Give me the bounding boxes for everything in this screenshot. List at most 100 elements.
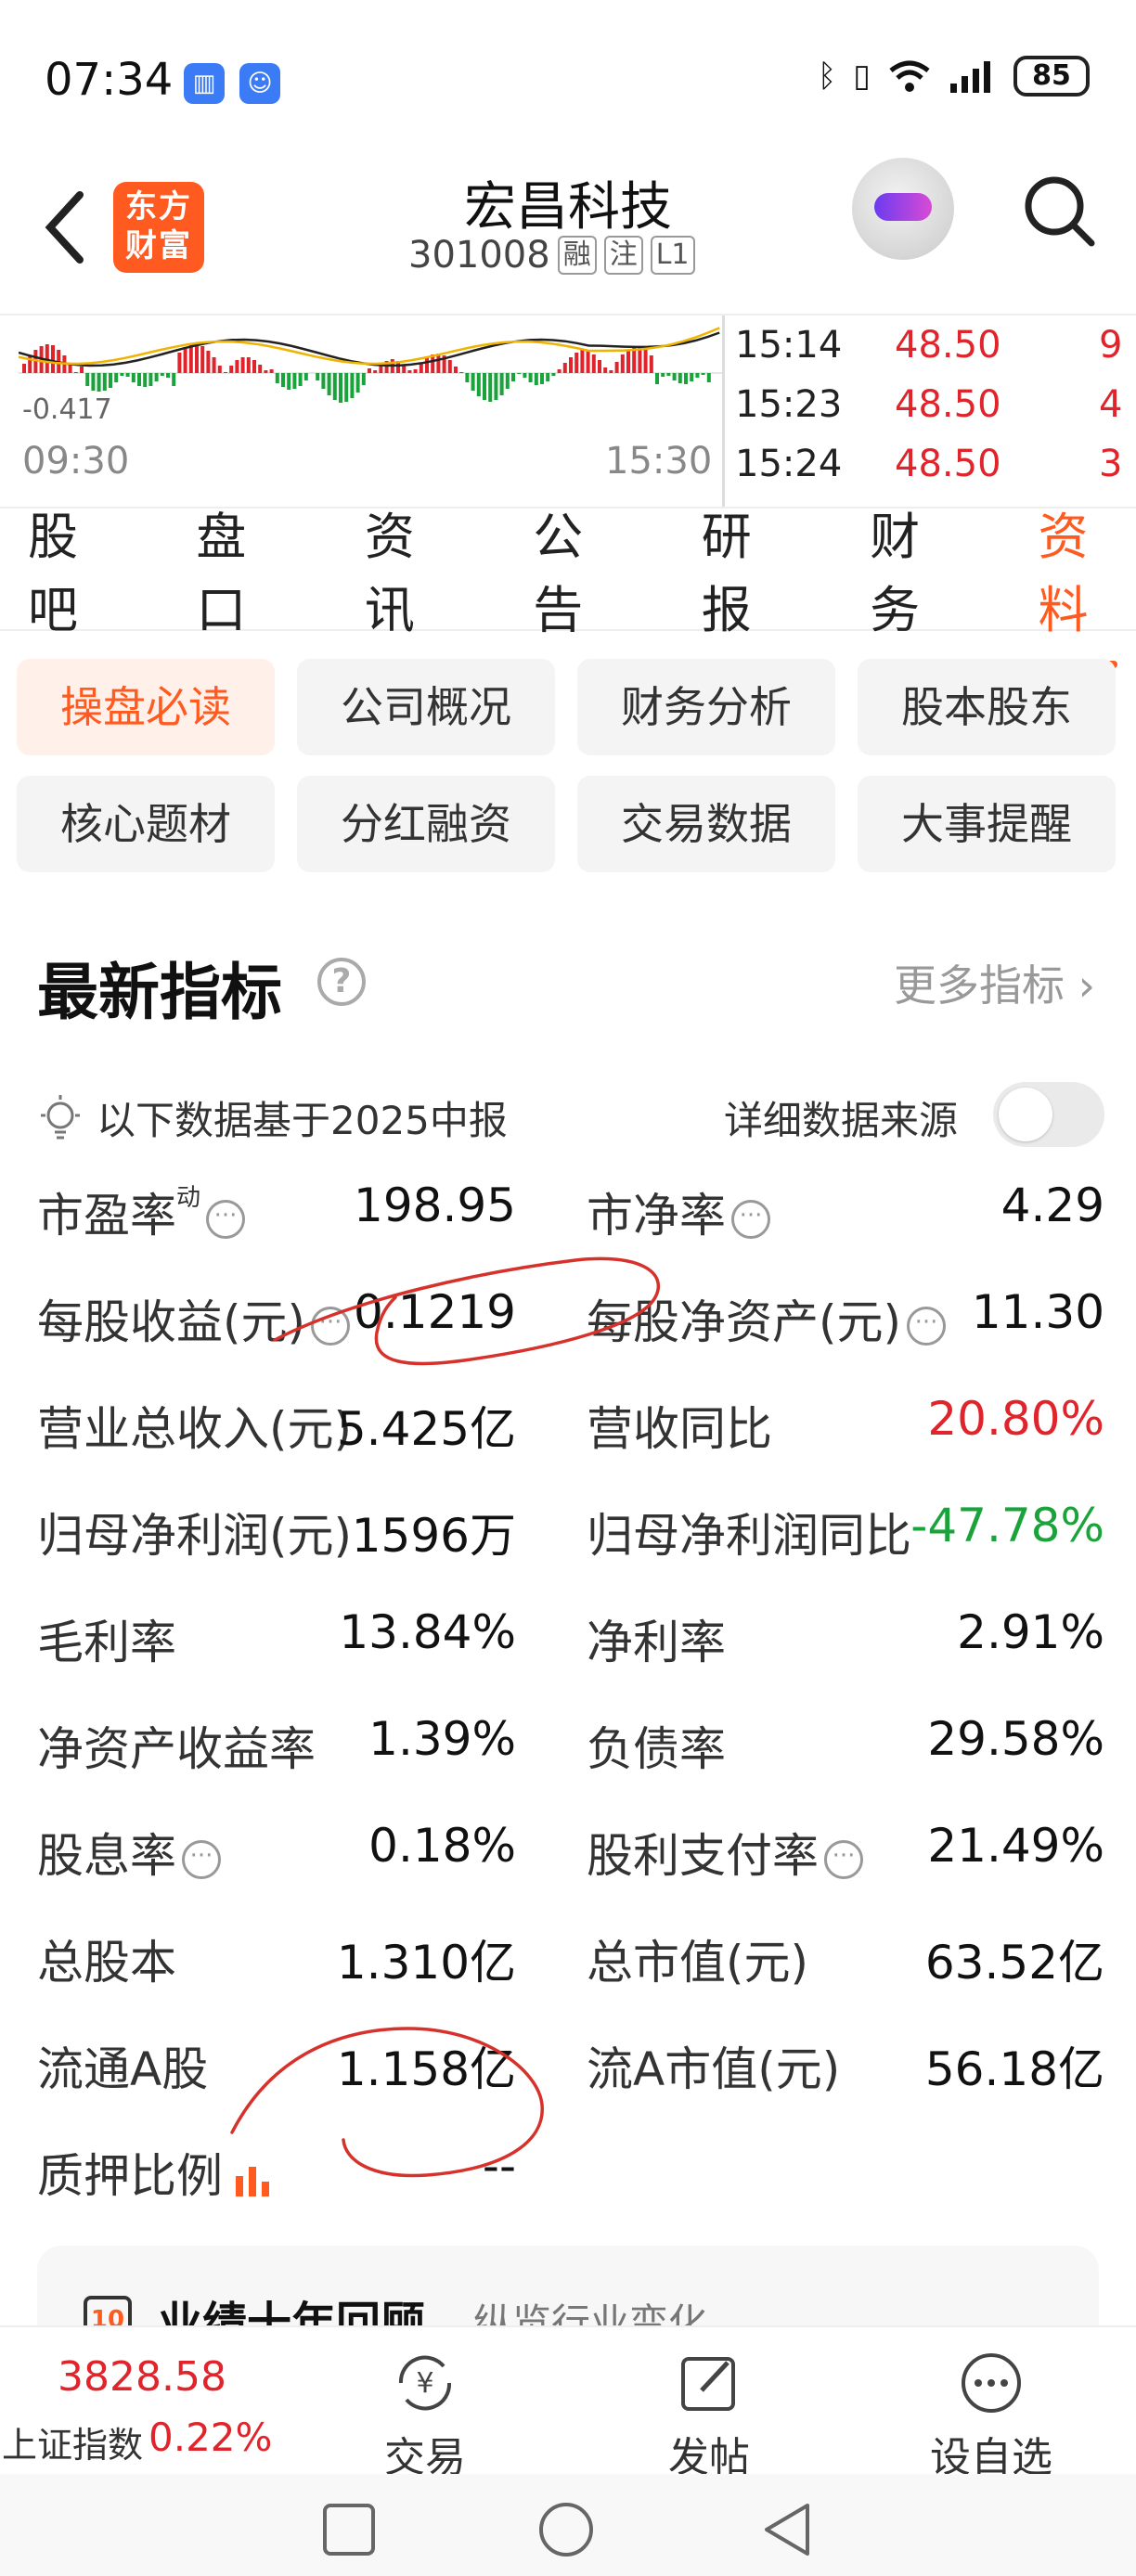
chart-end-time: 15:30 (605, 440, 713, 483)
metric-value: 1.310亿 (336, 1936, 516, 1990)
tick-time: 15:14 (735, 324, 843, 367)
status-icons: ᛒ ▯ 85 (818, 56, 1090, 97)
tab-announcements[interactable]: 公告 (533, 496, 630, 642)
stock-code: 301008 (408, 234, 550, 277)
metric-label: 毛利率 (37, 1616, 176, 1669)
metric-value: 56.18亿 (924, 2042, 1104, 2096)
tick-row: 15:24 48.50 3 (735, 434, 1136, 494)
metric-value: 0.1219 (354, 1285, 516, 1339)
tab-profile[interactable]: 资料 (1039, 496, 1136, 668)
tick-price: 48.50 (895, 443, 1001, 485)
status-time: 07:34 (45, 54, 174, 106)
search-icon[interactable] (1017, 169, 1101, 252)
add-watchlist-button[interactable]: 设自选 (917, 2348, 1065, 2483)
help-icon[interactable]: ? (317, 958, 366, 1006)
metric-value: 11.30 (971, 1285, 1104, 1339)
section-button-financial-analysis[interactable]: 财务分析 (577, 659, 835, 755)
registration-tag: 注 (603, 236, 643, 275)
tick-row: 15:14 48.50 9 (735, 316, 1136, 375)
tick-price: 48.50 (895, 383, 1001, 426)
more-indicators-link[interactable]: 更多指标 › (894, 952, 1095, 1013)
bluetooth-icon: ᛒ (817, 58, 837, 95)
battery-indicator: 85 (1013, 56, 1090, 97)
metric-value: -- (482, 2139, 516, 2193)
index-change: 0.22% (148, 2415, 273, 2460)
section-button-shareholders[interactable]: 股本股东 (858, 659, 1116, 755)
status-bar: 07:34 ▥ ☺ ᛒ ▯ 85 (0, 0, 1136, 158)
signal-icon (950, 61, 990, 93)
metric-label: 营收同比 (587, 1402, 772, 1456)
back-nav-icon[interactable] (759, 2502, 815, 2557)
level-tag: L1 (650, 236, 695, 275)
chart-start-time: 09:30 (22, 440, 130, 483)
metric-label: 股息率 ··· (37, 1819, 221, 1886)
tab-pankou[interactable]: 盘口 (196, 496, 293, 642)
more-info-icon[interactable]: ··· (206, 1199, 246, 1239)
data-basis-text: 以下数据基于2025中报 (97, 1098, 508, 1143)
index-value[interactable]: 3828.58 (58, 2353, 226, 2401)
metric-label: 营业总收入(元) (37, 1402, 353, 1456)
more-info-icon[interactable]: ··· (907, 1306, 947, 1346)
metric-row: 股息率 ··· 0.18% 股利支付率 ··· 21.49% (37, 1804, 1104, 1911)
section-button-core-themes[interactable]: 核心题材 (17, 776, 275, 872)
edit-icon (681, 2357, 735, 2411)
section-button-events[interactable]: 大事提醒 (858, 776, 1116, 872)
metric-label: 总市值(元) (587, 1936, 809, 1990)
section-button-must-read[interactable]: 操盘必读 (17, 659, 275, 755)
metric-sup: 动 (176, 1184, 201, 1212)
bar-chart-icon[interactable] (232, 2161, 273, 2198)
more-info-icon[interactable]: ··· (824, 1839, 863, 1879)
data-source-toggle[interactable] (993, 1082, 1104, 1147)
more-info-icon[interactable]: ··· (731, 1199, 770, 1239)
tick-row: 15:23 48.50 4 (735, 375, 1136, 434)
metric-row: 毛利率 13.84% 净利率 2.91% (37, 1591, 1104, 1697)
metric-value: 13.84% (339, 1605, 516, 1659)
intraday-chart-canvas (19, 327, 722, 403)
tab-guba[interactable]: 股吧 (28, 496, 125, 642)
tab-finance[interactable]: 财务 (870, 496, 967, 642)
data-basis-row: 以下数据基于2025中报 详细数据来源 (37, 1082, 1104, 1149)
metric-row: 流通A股 1.158亿 流A市值(元) 56.18亿 (37, 2017, 1104, 2124)
metrics-table: 市盈率动··· 198.95 市净率 ··· 4.29 每股收益(元) ··· 0.… (37, 1164, 1104, 2231)
tick-volume: 3 (1099, 443, 1123, 485)
metric-label: 市盈率动··· (37, 1179, 246, 1245)
robot-assistant-icon[interactable] (852, 158, 954, 260)
metric-value: 29.58% (927, 1712, 1104, 1766)
tab-news[interactable]: 资讯 (365, 496, 462, 642)
section-button-company-overview[interactable]: 公司概况 (297, 659, 555, 755)
metric-label: 归母净利润同比 (587, 1509, 911, 1563)
lightbulb-icon (41, 1095, 80, 1140)
tick-list: 15:14 48.50 9 15:23 48.50 4 15:24 48.50 … (735, 316, 1136, 494)
data-source-label: 详细数据来源 (724, 1098, 959, 1143)
index-name[interactable]: 上证指数 (2, 2416, 143, 2467)
metric-label: 每股收益(元) ··· (37, 1285, 351, 1352)
stock-code-row: 301008 融 注 L1 (408, 234, 695, 277)
section-title: 最新指标 (37, 957, 282, 1028)
tick-time: 15:23 (735, 383, 843, 426)
toggle-knob (999, 1088, 1052, 1141)
metric-value: 5.425亿 (336, 1402, 516, 1456)
recents-icon[interactable] (321, 2502, 377, 2557)
metric-label: 质押比例 (37, 2139, 273, 2206)
section-button-dividends[interactable]: 分红融资 (297, 776, 555, 872)
tick-price: 48.50 (895, 324, 1001, 367)
post-button[interactable]: 发帖 (635, 2348, 783, 2483)
intraday-chart[interactable]: -0.417 09:30 15:30 15:14 48.50 9 15:23 4… (0, 314, 1136, 509)
metric-value: 20.80% (927, 1392, 1104, 1446)
metric-row: 总股本 1.310亿 总市值(元) 63.52亿 (37, 1911, 1104, 2017)
home-icon[interactable] (538, 2502, 594, 2557)
metric-label: 股利支付率 ··· (587, 1819, 863, 1886)
trade-button[interactable]: ¥ 交易 (351, 2348, 499, 2483)
stock-header: 东方 财富 宏昌科技 301008 融 注 L1 (0, 158, 1136, 316)
tab-research[interactable]: 研报 (702, 496, 799, 642)
section-button-trading-data[interactable]: 交易数据 (577, 776, 835, 872)
more-info-icon[interactable]: ··· (311, 1306, 351, 1346)
metric-row: 归母净利润(元) 1596万 归母净利润同比 -47.78% (37, 1484, 1104, 1591)
metric-label: 净资产收益率 (37, 1722, 316, 1776)
tick-volume: 4 (1099, 383, 1123, 426)
more-info-icon[interactable]: ··· (182, 1839, 221, 1879)
metric-value: 1.158亿 (336, 2042, 516, 2096)
metric-value: 2.91% (957, 1605, 1104, 1659)
metric-row: 每股收益(元) ··· 0.1219 每股净资产(元) ··· 11.30 (37, 1270, 1104, 1377)
vibrate-icon: ▯ (853, 58, 871, 95)
